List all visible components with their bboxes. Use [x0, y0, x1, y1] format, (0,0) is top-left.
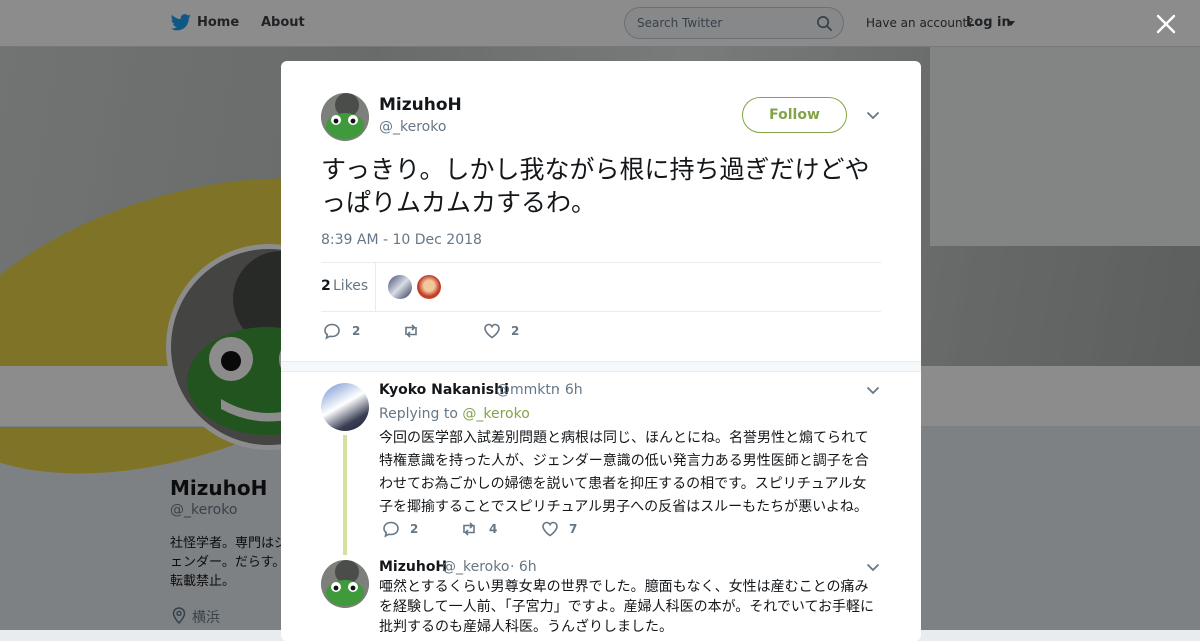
- tweet-author-handle[interactable]: @_keroko: [379, 119, 446, 135]
- avatar-frog-illustration: [321, 93, 369, 141]
- chevron-down-icon[interactable]: [866, 386, 880, 395]
- tweet-modal: MizuhoH @_keroko Follow すっきり。しかし我ながら根に持ち…: [281, 61, 921, 641]
- chevron-down-icon[interactable]: [866, 111, 880, 120]
- divider: [375, 263, 376, 311]
- liker-avatar[interactable]: [388, 275, 412, 299]
- heart-icon[interactable]: [541, 520, 559, 538]
- avatar[interactable]: [321, 383, 369, 431]
- likes-count[interactable]: 2: [321, 278, 331, 294]
- reply-author-handle[interactable]: @mmktn: [496, 382, 560, 398]
- reply-count: 2: [352, 324, 361, 338]
- thread-line: [343, 435, 347, 555]
- retweet-count: 4: [489, 522, 498, 536]
- likes-label[interactable]: Likes: [333, 278, 368, 294]
- heart-icon[interactable]: [483, 322, 501, 340]
- reply-icon[interactable]: [382, 520, 400, 538]
- avatar[interactable]: [321, 560, 369, 608]
- like-count: 2: [511, 324, 520, 338]
- replying-to-prefix: Replying to: [379, 406, 458, 422]
- like-count: 7: [569, 522, 578, 536]
- tweet-author-name[interactable]: MizuhoH: [379, 95, 462, 115]
- replying-to: Replying to @_keroko: [379, 406, 530, 422]
- divider: [281, 361, 921, 372]
- reply-text: 唖然とするくらい男尊女卑の世界でした。臆面もなく、女性は産むことの痛みを経験して…: [379, 579, 875, 635]
- reply-text: 今回の医学部入試差別問題と病根は同じ、ほんとにね。名誉男性と煽てられて特権意識を…: [379, 430, 869, 515]
- reply-count: 2: [410, 522, 419, 536]
- reply-author-name[interactable]: Kyoko Nakanishi: [379, 382, 509, 398]
- reply-timestamp[interactable]: · 6h: [556, 382, 583, 398]
- tweet-timestamp[interactable]: 8:39 AM - 10 Dec 2018: [321, 232, 482, 248]
- reply-author-name[interactable]: MizuhoH: [379, 559, 447, 575]
- avatar[interactable]: [321, 93, 369, 141]
- tweet-stats: 2 Likes: [321, 262, 881, 312]
- avatar-frog-illustration: [321, 560, 369, 608]
- follow-button[interactable]: Follow: [742, 97, 847, 133]
- replying-to-link[interactable]: @_keroko: [462, 406, 529, 422]
- reply-icon[interactable]: [323, 322, 341, 340]
- retweet-icon[interactable]: [460, 520, 478, 538]
- tweet-text: すっきり。しかし我ながら根に持ち過ぎだけどやっぱりムカムカするわ。: [321, 155, 870, 217]
- reply-timestamp[interactable]: · 6h: [510, 559, 537, 575]
- close-icon[interactable]: [1156, 14, 1176, 34]
- reply-author-handle[interactable]: @_keroko: [442, 559, 509, 575]
- liker-avatar[interactable]: [417, 275, 441, 299]
- retweet-icon[interactable]: [402, 322, 420, 340]
- chevron-down-icon[interactable]: [866, 563, 880, 572]
